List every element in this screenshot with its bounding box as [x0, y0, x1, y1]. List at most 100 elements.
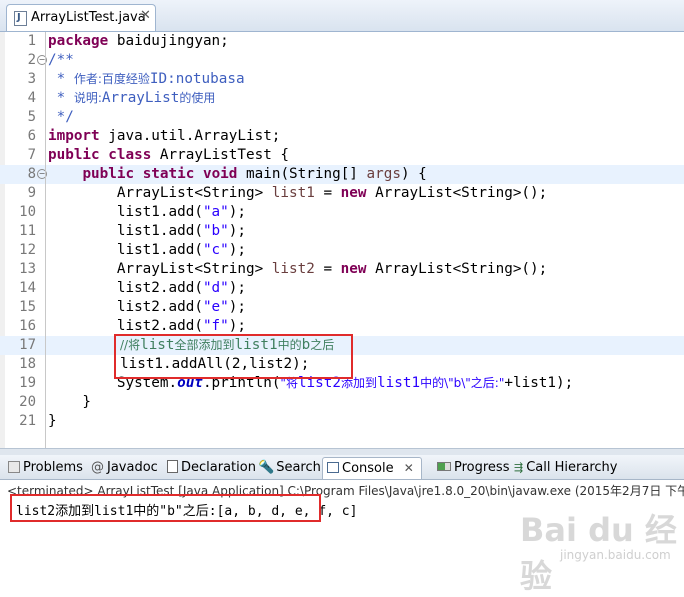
code-editor[interactable]: package baidujingyan; − /** * 作者:百度经验ID:…: [0, 32, 684, 448]
code-text: );: [228, 242, 246, 258]
code-text: list1.add(: [48, 242, 203, 258]
javadoc-text: ID:notubasa: [149, 71, 245, 87]
string-literal: "e": [202, 299, 229, 315]
line-number: 15: [19, 299, 36, 315]
tab-declaration[interactable]: Declaration: [163, 457, 256, 478]
keyword: public: [82, 166, 135, 182]
tab-call-hierarchy[interactable]: ⇶ Call Hierarchy: [512, 457, 617, 478]
tab-label: Console: [342, 461, 394, 476]
code-text: =: [314, 261, 341, 277]
line-number: 12: [19, 242, 36, 258]
code-line: list1.add("a");: [0, 203, 684, 222]
editor-tab-arraylisttest[interactable]: ArrayListTest.java ✕: [6, 4, 156, 31]
code-line: }: [0, 412, 684, 431]
declaration-icon: [167, 460, 178, 473]
param-name: args: [366, 166, 401, 182]
keyword: static: [142, 166, 195, 182]
tab-problems[interactable]: Problems: [4, 457, 83, 478]
line-number: 19: [19, 375, 36, 391]
javadoc-text: /**: [48, 52, 74, 68]
code-text: main(String[]: [237, 166, 367, 182]
progress-icon: [437, 462, 451, 471]
code-text: ArrayListTest {: [151, 147, 290, 163]
search-icon: 🔦: [258, 460, 275, 475]
string-literal: "b": [202, 223, 229, 239]
code-line: ArrayList<String> list2 = new ArrayList<…: [0, 260, 684, 279]
code-text: }: [48, 394, 92, 410]
string-literal: "d": [202, 280, 229, 296]
string-literal: list1: [377, 375, 421, 391]
line-number: 7: [27, 147, 36, 163]
panel-tab-bar: Problems @ Javadoc Declaration 🔦 Search Co…: [0, 455, 684, 480]
code-text: ArrayList<String>: [48, 185, 272, 201]
code-text: ArrayList<String>: [48, 261, 272, 277]
tab-console[interactable]: Console ✕: [322, 457, 422, 479]
code-line: }: [0, 393, 684, 412]
line-number: 8: [27, 166, 36, 182]
close-icon[interactable]: ✕: [140, 8, 151, 23]
code-line: * 说明:ArrayList的使用: [0, 89, 684, 108]
console-icon: [327, 462, 339, 473]
line-number: 3: [27, 71, 36, 87]
code-text: list2.add(: [48, 299, 203, 315]
keyword: new: [340, 185, 367, 201]
at-icon: @: [91, 460, 104, 475]
keyword: public: [48, 147, 100, 163]
highlight-box-code: [114, 334, 353, 379]
tab-label: Problems: [23, 460, 83, 475]
code-line: list2.add("d");: [0, 279, 684, 298]
line-number: 17: [19, 337, 36, 353]
string-literal: "f": [202, 318, 229, 334]
line-number: 9: [27, 185, 36, 201]
keyword: new: [340, 261, 367, 277]
tab-javadoc[interactable]: @ Javadoc: [89, 457, 158, 478]
tab-progress[interactable]: Progress: [433, 457, 509, 478]
code-text: list2.add(: [48, 280, 203, 296]
string-literal: "a": [202, 204, 229, 220]
problems-icon: [8, 460, 20, 473]
javadoc-text: ArrayList: [101, 90, 180, 106]
line-number: 4: [27, 90, 36, 106]
javadoc-cjk: 百度经验: [101, 72, 150, 86]
line-number: 18: [19, 356, 36, 372]
editor-tab-label: ArrayListTest.java: [31, 10, 146, 25]
line-number: 21: [19, 413, 36, 429]
code-line: list1.add("b");: [0, 222, 684, 241]
keyword: package: [48, 33, 109, 49]
tab-label: Progress: [454, 460, 510, 475]
code-line: */: [0, 108, 684, 127]
line-number: 16: [19, 318, 36, 334]
code-line: import java.util.ArrayList;: [0, 127, 684, 146]
javadoc-text: */: [48, 109, 74, 125]
code-text: list2.add(: [48, 318, 203, 334]
code-text: =: [314, 185, 341, 201]
line-number: 6: [27, 128, 36, 144]
keyword: void: [202, 166, 238, 182]
tab-search[interactable]: 🔦 Search: [256, 457, 321, 478]
code-line: − public static void main(String[] args)…: [0, 165, 684, 184]
close-icon[interactable]: ✕: [404, 461, 414, 475]
code-text: baidujingyan;: [108, 33, 229, 49]
line-number: 5: [27, 109, 36, 125]
tab-label: Javadoc: [107, 460, 158, 475]
code-line: package baidujingyan;: [0, 32, 684, 51]
line-number: 10: [19, 204, 36, 220]
javadoc-label: 说明:: [73, 91, 102, 105]
line-number: 11: [19, 223, 36, 239]
code-text: );: [228, 280, 246, 296]
keyword: import: [48, 128, 100, 144]
highlight-box-output: [10, 494, 321, 522]
code-text: ArrayList<String>();: [366, 261, 548, 277]
line-number: 13: [19, 261, 36, 277]
javadoc-star: *: [48, 71, 74, 87]
code-line: * 作者:百度经验ID:notubasa: [0, 70, 684, 89]
javadoc-cjk: 的使用: [179, 91, 216, 105]
code-text: list1.add(: [48, 204, 203, 220]
java-file-icon: [14, 11, 27, 26]
code-text: );: [228, 299, 246, 315]
call-hierarchy-icon: ⇶: [514, 461, 524, 474]
code-text: java.util.ArrayList;: [99, 128, 281, 144]
code-text: );: [228, 204, 246, 220]
code-text: list1.add(: [48, 223, 203, 239]
line-number: 14: [19, 280, 36, 296]
